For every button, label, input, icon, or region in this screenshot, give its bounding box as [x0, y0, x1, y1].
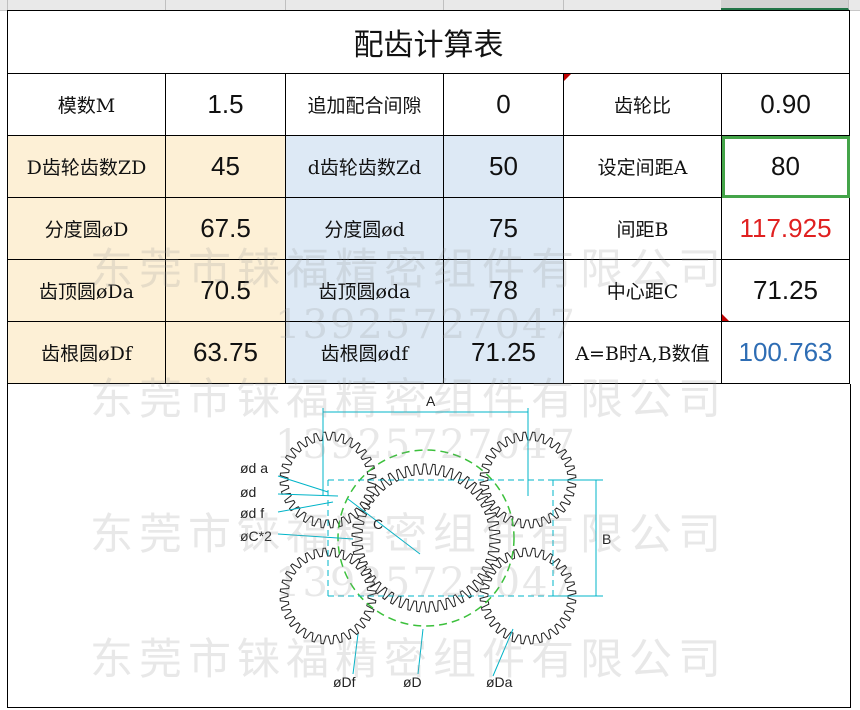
sheet-title[interactable]: 配齿计算表	[7, 10, 850, 74]
gear-diagram-area: A B C ød a ød ød f øC*2 øDf øD øDa	[7, 384, 851, 708]
cell-value-D-teeth[interactable]: 45	[165, 135, 286, 198]
cell-value-set-spacing-A-selected[interactable]: 80	[721, 135, 850, 198]
gear-diagram: A B C ød a ød ød f øC*2 øDf øD øDa	[240, 393, 611, 690]
cell-value-center-distance-C[interactable]: 71.25	[721, 259, 850, 322]
cell-value-extra-clearance[interactable]: 0	[443, 73, 564, 136]
cell-label-D-tip[interactable]: 齿顶圆øDa	[7, 259, 166, 322]
cell-label-extra-clearance[interactable]: 追加配合间隙	[285, 73, 444, 136]
cell-label-d-teeth[interactable]: d齿轮齿数Zd	[285, 135, 444, 198]
cell-value-D-root[interactable]: 63.75	[165, 321, 286, 384]
cell-value-D-pitch[interactable]: 67.5	[165, 197, 286, 260]
label-C2: øC*2	[240, 528, 272, 544]
cell-label-module[interactable]: 模数M	[7, 73, 166, 136]
cell-value-spacing-B[interactable]: 117.925	[721, 197, 850, 260]
column-header-selected[interactable]	[721, 0, 849, 10]
cell-text: 齿轮比	[613, 95, 671, 117]
cell-label-d-pitch[interactable]: 分度圆ød	[285, 197, 444, 260]
label-tip-d: ød a	[240, 460, 268, 476]
cell-value-d-tip[interactable]: 78	[443, 259, 564, 322]
cell-label-D-teeth[interactable]: D齿轮齿数ZD	[7, 135, 166, 198]
cell-value-d-root[interactable]: 71.25	[443, 321, 564, 384]
label-root-D: øDf	[333, 674, 356, 690]
cell-value-module[interactable]: 1.5	[165, 73, 286, 136]
cell-value-D-tip[interactable]: 70.5	[165, 259, 286, 322]
column-header[interactable]	[443, 0, 564, 10]
cell-label-d-tip[interactable]: 齿顶圆øda	[285, 259, 444, 322]
column-header[interactable]	[165, 0, 286, 10]
cell-label-D-root[interactable]: 齿根圆øDf	[7, 321, 166, 384]
cell-label-D-pitch[interactable]: 分度圆øD	[7, 197, 166, 260]
cell-text: 71.25	[752, 275, 819, 305]
cell-label-A-equals-B[interactable]: A=B时A,B数值	[563, 321, 722, 384]
gear-outlines	[279, 431, 577, 645]
label-pitch-d: ød	[240, 484, 256, 500]
cell-label-spacing-B[interactable]: 间距B	[563, 197, 722, 260]
column-header[interactable]	[563, 0, 722, 10]
cell-label-gear-ratio[interactable]: 齿轮比	[563, 73, 722, 136]
cell-label-set-spacing-A[interactable]: 设定间距A	[563, 135, 722, 198]
cell-value-gear-ratio[interactable]: 0.90	[721, 73, 850, 136]
gear-calc-table: 配齿计算表 模数M 1.5 追加配合间隙 0 齿轮比 0.90 D齿轮齿数ZD …	[7, 10, 850, 384]
comment-flag	[722, 314, 729, 321]
dim-label-B: B	[602, 531, 611, 547]
dim-label-A: A	[426, 393, 436, 409]
comment-flag	[564, 74, 571, 81]
cell-value-d-teeth[interactable]: 50	[443, 135, 564, 198]
label-tip-D: øDa	[486, 674, 513, 690]
cell-label-d-root[interactable]: 齿根圆ødf	[285, 321, 444, 384]
label-root-d: ød f	[240, 505, 264, 521]
column-header[interactable]	[285, 0, 444, 10]
column-header[interactable]	[7, 0, 166, 10]
dim-label-C: C	[373, 516, 383, 532]
worksheet: 配齿计算表 模数M 1.5 追加配合间隙 0 齿轮比 0.90 D齿轮齿数ZD …	[0, 10, 860, 710]
cell-label-center-distance-C[interactable]: 中心距C	[563, 259, 722, 322]
label-pitch-D: øD	[403, 674, 422, 690]
cell-value-A-equals-B[interactable]: 100.763	[721, 321, 850, 384]
cell-value-d-pitch[interactable]: 75	[443, 197, 564, 260]
